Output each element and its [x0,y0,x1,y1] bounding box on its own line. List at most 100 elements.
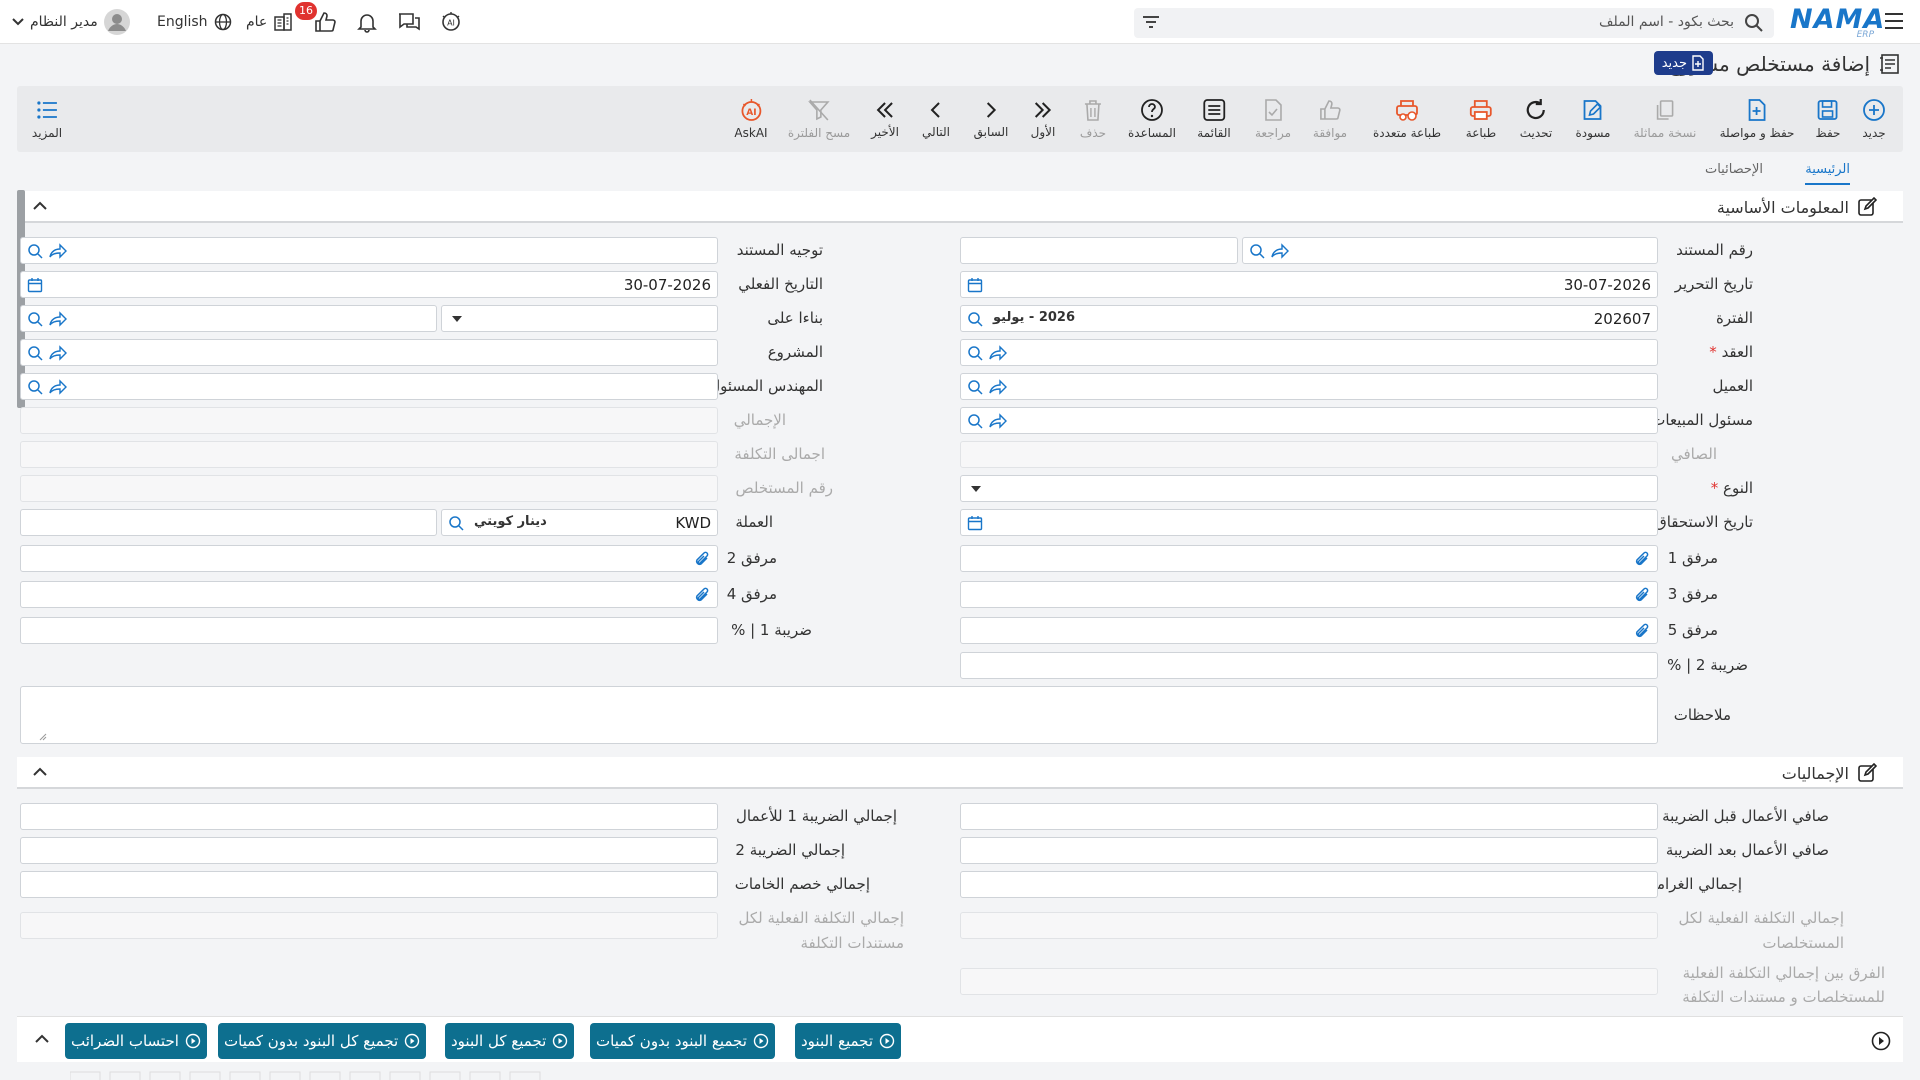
customer-input[interactable] [960,373,1658,400]
actual-date-input[interactable]: 30-07-2026 [20,271,718,298]
approvals-icon[interactable] [313,0,337,44]
search-lookup-icon[interactable] [27,379,45,395]
share-icon[interactable] [989,345,1007,361]
type-select[interactable] [960,475,1658,502]
hamburger-menu-icon[interactable] [1884,12,1904,30]
group-all-items-button[interactable]: تجميع كل البنود [445,1023,575,1059]
chevron-up-icon[interactable] [33,767,47,776]
tax-2-total-input[interactable] [20,837,718,864]
delete-button[interactable]: حذف [1080,86,1106,152]
draft-button[interactable]: مسودة [1576,86,1610,152]
project-input[interactable] [20,339,718,366]
language-switch[interactable]: English [157,0,232,44]
search-lookup-icon[interactable] [1249,243,1267,259]
contract-input[interactable] [960,339,1658,366]
tax-1-input[interactable] [20,617,718,644]
due-date-input[interactable] [960,509,1658,536]
copy-button[interactable]: نسخة مماثلة [1634,86,1696,152]
paperclip-icon[interactable] [693,586,711,604]
play-circle-icon[interactable] [1871,1031,1891,1051]
doc-number-input[interactable] [1242,237,1658,264]
net-before-tax-input[interactable] [960,803,1658,830]
engineer-input[interactable] [20,373,718,400]
paperclip-icon[interactable] [1633,622,1651,640]
save-button[interactable]: حفظ [1816,86,1840,152]
help-button[interactable]: المساعدة [1128,86,1176,152]
share-icon[interactable] [49,345,67,361]
group-all-no-qty-button[interactable]: تجميع كل البنود بدون كميات [218,1023,427,1059]
first-record-button[interactable]: الأول [1031,86,1055,152]
nama-erp-logo[interactable]: NAMA ERP [1790,4,1884,40]
edit-date-input[interactable]: 30-07-2026 [960,271,1658,298]
materials-total-input[interactable] [20,871,718,898]
group-items-button[interactable]: تجميع البنود [795,1023,902,1059]
attachment-3-input[interactable] [960,581,1658,608]
net-after-tax-input[interactable] [960,837,1658,864]
doc-direction-input[interactable] [20,237,718,264]
save-continue-button[interactable]: حفظ و مواصلة [1720,86,1794,152]
tab-stats[interactable]: الإحصائيات [1705,162,1763,183]
approve-button[interactable]: موافقة [1313,86,1347,152]
last-record-button[interactable]: الأخير [871,86,899,152]
clear-filter-button[interactable]: مسح الفلترة [788,86,850,152]
search-lookup-icon[interactable] [967,345,985,361]
chat-icon[interactable] [397,0,421,44]
list-button[interactable]: القائمة [1197,86,1231,152]
tax-2-input[interactable] [960,652,1658,679]
share-icon[interactable] [1271,243,1289,259]
next-record-button[interactable]: التالي [922,86,950,152]
calendar-icon[interactable] [967,515,983,531]
search-lookup-icon[interactable] [967,413,985,429]
tax-1-total-input[interactable] [20,803,718,830]
share-icon[interactable] [49,243,67,259]
notes-textarea[interactable] [20,686,1658,744]
multi-print-button[interactable]: طباعة متعددة [1373,86,1441,152]
more-button[interactable]: المزيد [32,86,62,152]
based-on-input[interactable] [20,305,437,332]
search-lookup-icon[interactable] [27,345,45,361]
search-lookup-icon[interactable] [27,243,45,259]
user-menu[interactable]: مدير النظام [12,0,130,44]
attachment-4-input[interactable] [20,581,718,608]
basic-info-section-header[interactable]: المعلومات الأساسية [17,191,1903,223]
search-lookup-icon[interactable] [27,311,45,327]
group-items-no-qty-button[interactable]: تجميع البنود بدون كميات [590,1023,775,1059]
share-icon[interactable] [49,379,67,395]
previous-record-button[interactable]: السابق [974,86,1008,152]
chevron-up-icon[interactable] [33,201,47,210]
search-icon[interactable] [1744,13,1764,33]
share-icon[interactable] [989,379,1007,395]
scope-selector[interactable]: عام [246,0,293,44]
filter-icon[interactable] [1142,14,1160,30]
calculate-taxes-button[interactable]: احتساب الضرائب [65,1023,207,1059]
bell-icon[interactable] [356,0,378,44]
share-icon[interactable] [989,413,1007,429]
totals-section-header[interactable]: الإجماليات [17,757,1903,789]
search-lookup-icon[interactable] [448,515,466,531]
ai-assistant-icon[interactable]: AI [440,0,462,44]
share-icon[interactable] [49,311,67,327]
paperclip-icon[interactable] [693,550,711,568]
refresh-button[interactable]: تحديث [1520,86,1552,152]
attachment-5-input[interactable] [960,617,1658,644]
paperclip-icon[interactable] [1633,586,1651,604]
askai-button[interactable]: AI AskAI [734,86,768,152]
review-button[interactable]: مراجعة [1255,86,1291,152]
attachment-2-input[interactable] [20,545,718,572]
fines-total-input[interactable] [960,871,1658,898]
global-search[interactable]: بحث بكود - اسم الملف [1134,8,1774,38]
sales-input[interactable] [960,407,1658,434]
doc-number-secondary-input[interactable] [960,237,1238,264]
attachment-1-input[interactable] [960,545,1658,572]
new-button[interactable]: جديد [1862,86,1886,152]
paperclip-icon[interactable] [1633,550,1651,568]
currency-rate-input[interactable] [20,509,437,536]
search-lookup-icon[interactable] [967,311,985,327]
print-button[interactable]: طباعة [1466,86,1496,152]
period-input[interactable]: 202607 2026 - يوليو [960,305,1658,332]
resize-handle-icon[interactable] [39,733,47,741]
calendar-icon[interactable] [27,277,43,293]
calendar-icon[interactable] [967,277,983,293]
tab-main[interactable]: الرئيسية [1805,162,1850,185]
based-on-type-select[interactable] [441,305,718,332]
